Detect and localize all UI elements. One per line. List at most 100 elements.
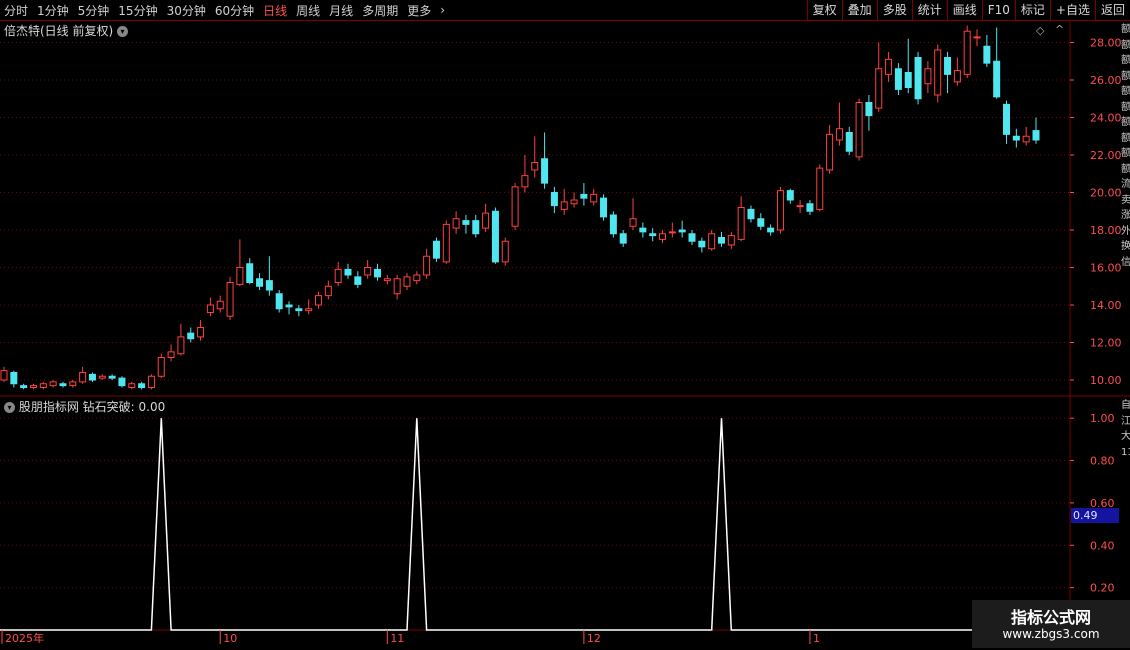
indicator-name: 股朋指标网 钻石突破: 0.00 <box>18 400 166 414</box>
candle-body-up <box>403 276 411 287</box>
candle-body-up <box>197 327 205 338</box>
candle-body-up <box>423 255 431 276</box>
candle-body-up <box>315 295 323 306</box>
candle-body-down <box>678 229 686 233</box>
watermark-url: www.zbgs3.com <box>1002 627 1100 641</box>
candle-body-down <box>354 276 362 285</box>
candle-body-up <box>816 167 824 210</box>
chart-canvas[interactable]: 28.00 26.00 24.00 22.00 20.00 18.00 16.00 14.00… <box>0 0 1130 650</box>
candle-body-up <box>206 304 214 313</box>
candle-body-down <box>265 280 273 291</box>
candle-body-up <box>796 205 804 208</box>
candle-body-up <box>727 235 735 246</box>
candle-body-down <box>138 383 146 388</box>
candle-body-up <box>0 370 8 381</box>
candle-body-down <box>246 263 254 283</box>
candle-body-down <box>786 190 794 201</box>
candle-body-down <box>1032 130 1040 141</box>
price-tick-label: 10.00 <box>1090 374 1122 387</box>
candle-body-up <box>659 233 667 240</box>
candle-body-down <box>118 377 126 387</box>
indicator-tick-label: 0.20 <box>1090 582 1115 595</box>
indicator-tick-label: 1.00 <box>1090 412 1115 425</box>
chevron-down-circle-icon[interactable]: ▾ <box>4 402 15 413</box>
candle-body-up <box>590 193 598 203</box>
candle-body-down <box>285 304 293 308</box>
indicator-title[interactable]: ▾ 股朋指标网 钻石突破: 0.00 <box>4 398 165 415</box>
candle-body-up <box>216 300 224 310</box>
candle-body-down <box>20 385 28 388</box>
price-tick-label: 28.00 <box>1090 37 1122 50</box>
candle-body-down <box>550 192 558 207</box>
watermark: 指标公式网 www.zbgs3.com <box>972 600 1130 648</box>
price-panel-title[interactable]: 倍杰特(日线 前复权) ▾ <box>4 22 129 39</box>
candle-body-up <box>413 274 421 282</box>
candle-body-up <box>570 199 578 205</box>
candle-body-down <box>541 158 549 184</box>
candle-body-up <box>128 383 136 388</box>
candle-body-up <box>383 278 391 282</box>
candle-body-up <box>1022 135 1030 143</box>
candle-body-down <box>914 57 922 100</box>
candle-body-down <box>609 214 617 235</box>
candle-body-down <box>187 332 195 340</box>
candle-body-down <box>1012 135 1020 141</box>
candle-body-down <box>757 218 765 227</box>
candle-body-down <box>688 233 696 242</box>
price-tick-label: 22.00 <box>1090 149 1122 162</box>
watermark-title: 指标公式网 <box>1010 608 1091 627</box>
candle-body-down <box>600 197 608 218</box>
candle-body-down <box>59 383 67 387</box>
chevron-down-circle-icon[interactable]: ▾ <box>117 26 129 37</box>
candle-body-up <box>560 201 568 210</box>
price-tick-label: 20.00 <box>1090 187 1122 200</box>
candle-body-down <box>373 268 381 278</box>
candle-body-up <box>29 385 37 388</box>
price-tick-label: 12.00 <box>1090 337 1122 350</box>
time-tick-label: 11 <box>390 632 404 645</box>
price-tick-label: 16.00 <box>1090 262 1122 275</box>
candle-body-up <box>934 49 942 96</box>
candle-body-up <box>737 207 745 240</box>
candle-body-up <box>953 70 961 83</box>
diamond-icon[interactable]: ◇ <box>1036 24 1044 37</box>
time-tick-label: 1 <box>813 632 820 645</box>
candle-body-up <box>236 267 244 285</box>
side-info-upper: 额额额额额额额额额额流卖涨外换信 <box>1121 24 1130 268</box>
candle-body-down <box>944 57 952 75</box>
candle-body-down <box>275 293 283 310</box>
candle-body-down <box>845 132 853 152</box>
candle-body-down <box>256 278 264 287</box>
candle-body-up <box>521 175 529 188</box>
candle-body-down <box>649 233 657 237</box>
price-tick-label: 14.00 <box>1090 299 1122 312</box>
candle-body-down <box>865 102 873 117</box>
candle-body-down <box>472 220 480 235</box>
candle-body-up <box>855 102 863 158</box>
candle-body-down <box>717 237 725 244</box>
candle-body-down <box>747 208 755 220</box>
candle-body-up <box>482 212 490 229</box>
candle-body-up <box>79 372 87 383</box>
candle-body-up <box>531 162 539 171</box>
candle-body-down <box>580 193 588 199</box>
candle-body-up <box>708 233 716 250</box>
indicator-tick-label: 0.80 <box>1090 455 1115 468</box>
price-tick-label: 18.00 <box>1090 224 1122 237</box>
candle-body-down <box>10 372 18 385</box>
candle-body-up <box>177 336 185 355</box>
price-tick-label: 26.00 <box>1090 74 1122 87</box>
time-tick-label: 10 <box>223 632 237 645</box>
caret-up-icon[interactable]: ^ <box>1055 23 1064 36</box>
candle-body-up <box>511 186 519 227</box>
candle-body-up <box>885 58 893 75</box>
candle-body-down <box>295 308 303 312</box>
candle-body-down <box>806 203 814 212</box>
candle-body-up <box>826 133 834 171</box>
candle-body-up <box>69 381 77 387</box>
candle-body-down <box>462 220 470 225</box>
candle-body-down <box>108 375 116 379</box>
candle-body-up <box>49 381 57 387</box>
indicator-tick-label: 0.40 <box>1090 539 1115 552</box>
candle-body-up <box>629 218 637 227</box>
